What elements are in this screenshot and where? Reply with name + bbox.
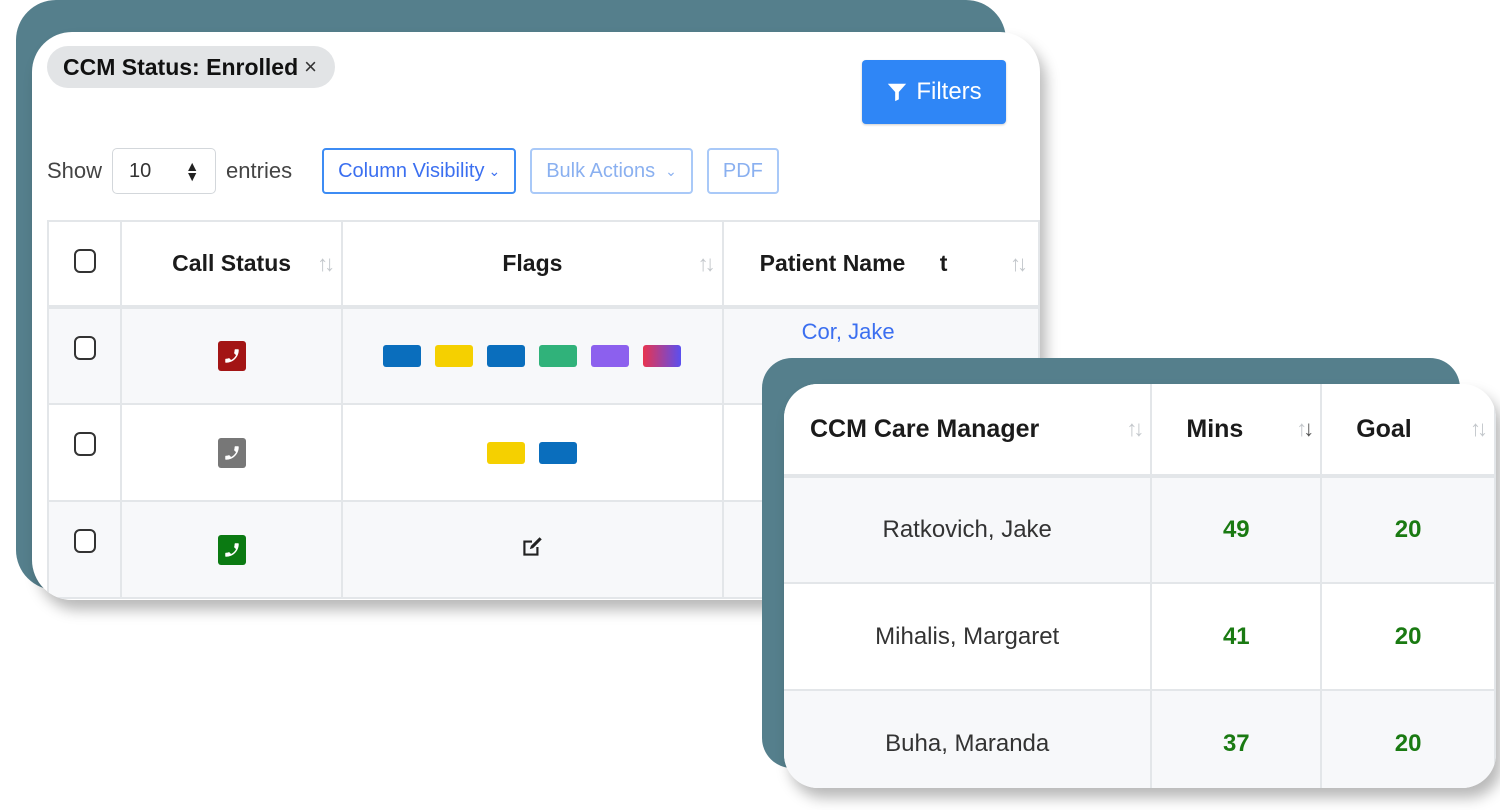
column-header-mins[interactable]: Mins ↑↓	[1150, 384, 1323, 478]
care-manager-table: CCM Care Manager ↑↓ Mins ↑↓ Goal ↑↓ Ratk…	[784, 384, 1496, 788]
close-icon[interactable]: ×	[304, 54, 317, 80]
column-label: Mins	[1186, 414, 1244, 443]
row-checkbox[interactable]	[73, 529, 96, 553]
flag-badge[interactable]	[643, 345, 682, 367]
goal-value: 20	[1320, 475, 1496, 584]
flag-list	[343, 441, 721, 464]
filter-icon	[888, 83, 907, 102]
table-row: Buha, Maranda 37 20	[784, 689, 1496, 788]
entries-select[interactable]: 10 ▲ ▼	[112, 148, 217, 194]
sort-icon[interactable]: ↑↓	[698, 251, 716, 277]
flag-badge[interactable]	[539, 345, 578, 367]
phone-icon[interactable]	[217, 534, 246, 565]
flag-badge[interactable]	[383, 345, 422, 367]
column-label: Patient Name	[759, 250, 906, 276]
flags-cell	[341, 403, 724, 502]
chevron-down-icon: ⌄	[665, 162, 677, 179]
mins-value: 49	[1150, 475, 1323, 584]
phone-icon[interactable]	[217, 437, 246, 468]
flags-cell	[341, 500, 724, 599]
goal-value: 20	[1320, 689, 1496, 788]
row-checkbox[interactable]	[73, 432, 96, 456]
pdf-label: PDF	[722, 159, 763, 182]
bulk-actions-label: Bulk Actions	[546, 159, 656, 182]
column-header-call-status[interactable]: Call Status ↑↓	[120, 220, 344, 309]
sort-icon[interactable]: ↑↓	[1470, 416, 1488, 442]
sort-icon[interactable]: ↑↓	[1010, 251, 1028, 277]
mins-value: 41	[1150, 582, 1323, 691]
sort-icon[interactable]: ↑↓	[1126, 416, 1144, 442]
call-status-cell	[120, 306, 344, 405]
table-row: Mihalis, Margaret 41 20	[784, 582, 1496, 691]
sort-icon[interactable]: ↑↓	[317, 251, 335, 277]
entries-value: 10	[129, 159, 152, 182]
filter-chip-label: CCM Status: Enrolled	[63, 53, 299, 80]
column-label-extra: t	[939, 250, 948, 276]
column-visibility-label: Column Visibility	[338, 159, 485, 182]
table-controls: Show 10 ▲ ▼ entries Column Visibility ⌄ B…	[47, 148, 779, 194]
filters-label: Filters	[916, 78, 982, 105]
row-checkbox[interactable]	[73, 335, 96, 360]
column-header-care-manager[interactable]: CCM Care Manager ↑↓	[784, 384, 1153, 478]
edit-icon[interactable]	[519, 537, 545, 564]
filter-chip: CCM Status: Enrolled ×	[47, 46, 335, 88]
flag-badge[interactable]	[591, 345, 630, 367]
mins-value: 37	[1150, 689, 1323, 788]
column-visibility-button[interactable]: Column Visibility ⌄	[322, 148, 517, 194]
row-select-cell	[46, 403, 123, 502]
flag-badge[interactable]	[539, 441, 578, 464]
flag-badge[interactable]	[487, 345, 526, 367]
flag-badge[interactable]	[435, 345, 474, 367]
flag-list	[343, 345, 721, 367]
column-label: Goal	[1356, 414, 1412, 443]
patient-name-link[interactable]: Cor, Jake	[802, 319, 895, 344]
bulk-actions-button[interactable]: Bulk Actions ⌄	[530, 148, 693, 194]
care-manager-name: Buha, Maranda	[784, 689, 1153, 788]
filters-button[interactable]: Filters	[862, 60, 1006, 124]
goal-value: 20	[1320, 582, 1496, 691]
column-label: Flags	[502, 250, 563, 276]
table-header-row: Call Status ↑↓ Flags ↑↓ Patient Name t ↑…	[46, 220, 1040, 309]
care-manager-panel: CCM Care Manager ↑↓ Mins ↑↓ Goal ↑↓ Ratk…	[784, 384, 1496, 788]
chevron-down-icon: ⌄	[488, 162, 501, 179]
column-header-goal[interactable]: Goal ↑↓	[1320, 384, 1496, 478]
pdf-button[interactable]: PDF	[706, 148, 779, 194]
phone-icon[interactable]	[217, 341, 246, 371]
row-select-cell	[46, 500, 123, 599]
column-header-patient-name[interactable]: Patient Name t ↑↓	[721, 220, 1040, 309]
select-all-header	[46, 220, 123, 309]
entries-label: entries	[226, 158, 293, 183]
flags-cell	[341, 306, 724, 405]
select-all-checkbox[interactable]	[73, 248, 96, 273]
column-label: Call Status	[172, 250, 292, 276]
table-row: Ratkovich, Jake 49 20	[784, 475, 1496, 584]
show-label: Show	[47, 158, 103, 183]
column-label: CCM Care Manager	[810, 414, 1040, 443]
call-status-cell	[120, 403, 344, 502]
column-header-flags[interactable]: Flags ↑↓	[341, 220, 724, 309]
sort-icon[interactable]: ↑↓	[1296, 416, 1314, 442]
table-header-row: CCM Care Manager ↑↓ Mins ↑↓ Goal ↑↓	[784, 384, 1496, 478]
row-select-cell	[46, 306, 123, 405]
call-status-cell	[120, 500, 344, 599]
care-manager-name: Mihalis, Margaret	[784, 582, 1153, 691]
updown-icon: ▲ ▼	[185, 158, 200, 184]
care-manager-name: Ratkovich, Jake	[784, 475, 1153, 584]
flag-badge[interactable]	[487, 441, 526, 464]
